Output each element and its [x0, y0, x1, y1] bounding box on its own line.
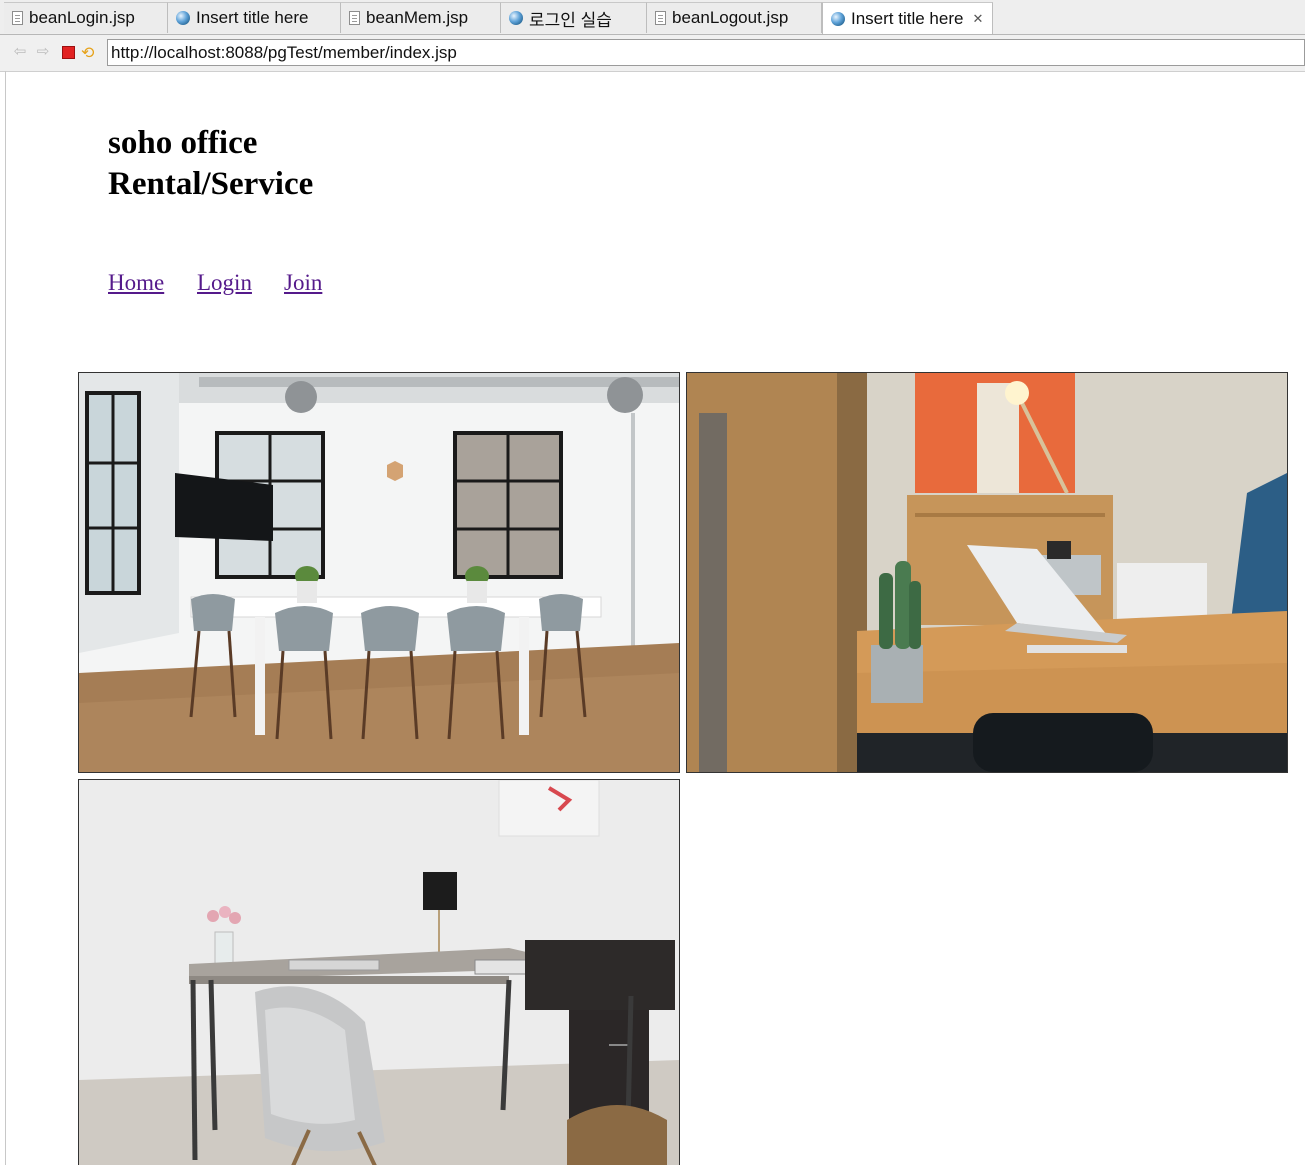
tab-label: 로그인 실습	[529, 10, 612, 30]
page-title: soho office Rental/Service	[108, 123, 313, 205]
brand-line-1: soho office	[108, 125, 258, 161]
globe-icon	[509, 11, 523, 25]
refresh-icon[interactable]: ⟲	[81, 43, 94, 63]
editor-tab-bar: beanLogin.jsp Insert title here beanMem.…	[0, 0, 1305, 35]
tab-label: Insert title here	[196, 8, 309, 27]
gallery-image-desk-armchair	[78, 779, 680, 1165]
address-bar[interactable]: http://localhost:8088/pgTest/member/inde…	[107, 39, 1305, 66]
forward-arrow-icon[interactable]: ⇨	[35, 44, 51, 60]
back-arrow-icon[interactable]: ⇦	[12, 44, 28, 60]
nav-link-join[interactable]: Join	[284, 270, 322, 296]
tab-insert-title-active[interactable]: Insert title here ✕	[822, 2, 993, 34]
gallery-image-meeting-room	[78, 372, 680, 773]
gallery-image-desk-laptop	[686, 372, 1288, 773]
tab-label: beanMem.jsp	[366, 8, 469, 27]
brand-line-2: Rental/Service	[108, 166, 314, 202]
globe-icon	[176, 11, 190, 25]
browser-toolbar: ⇦ ⇨ ⟲ http://localhost:8088/pgTest/membe…	[0, 35, 1305, 72]
tab-insert-title-1[interactable]: Insert title here	[168, 2, 341, 33]
stop-icon[interactable]	[62, 46, 75, 59]
tab-label: Insert title here	[851, 8, 964, 28]
tab-beanmem[interactable]: beanMem.jsp	[341, 2, 501, 33]
file-icon	[12, 11, 23, 25]
file-icon	[655, 11, 666, 25]
tab-login-practice[interactable]: 로그인 실습	[501, 2, 647, 33]
close-icon[interactable]: ✕	[972, 11, 983, 27]
nav-link-login[interactable]: Login	[197, 270, 252, 296]
tab-label: beanLogout.jsp	[672, 8, 789, 27]
globe-icon	[831, 11, 845, 26]
view-border	[5, 71, 6, 1165]
file-icon	[349, 11, 360, 25]
tab-beanlogin[interactable]: beanLogin.jsp	[4, 2, 168, 33]
tab-label: beanLogin.jsp	[29, 8, 135, 27]
tab-beanlogout[interactable]: beanLogout.jsp	[647, 2, 822, 33]
nav-link-home[interactable]: Home	[108, 270, 164, 296]
